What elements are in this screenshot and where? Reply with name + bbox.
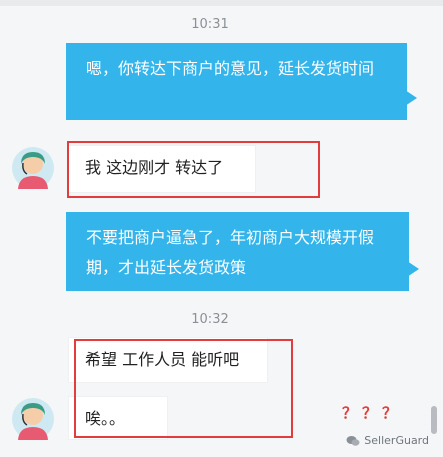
message-text: 不要把商户逼急了，年初商户大规模开假期，才出延长发货政策 xyxy=(86,228,375,277)
top-bar xyxy=(0,0,443,6)
timestamp: 10:31 xyxy=(191,17,229,32)
bubble-tail xyxy=(407,261,419,277)
avatar-icon[interactable] xyxy=(12,147,54,189)
highlight-box xyxy=(74,339,293,438)
scrollbar-thumb[interactable] xyxy=(431,406,437,434)
wechat-icon xyxy=(346,435,360,446)
bubble-tail xyxy=(405,90,417,106)
outgoing-message-bubble[interactable]: 不要把商户逼急了，年初商户大规模开假期，才出延长发货政策 xyxy=(66,212,419,291)
watermark: SellerGuard xyxy=(346,434,429,447)
timestamp: 10:32 xyxy=(191,312,229,327)
outgoing-message-bubble[interactable]: 嗯，你转达下商户的意见，延长发货时间 xyxy=(66,43,417,120)
message-text: 嗯，你转达下商户的意见，延长发货时间 xyxy=(86,59,375,78)
avatar-icon[interactable] xyxy=(12,398,54,440)
watermark-text: SellerGuard xyxy=(364,434,429,447)
annotation-question-marks: ？？？ xyxy=(342,404,403,422)
highlight-box xyxy=(67,141,320,198)
